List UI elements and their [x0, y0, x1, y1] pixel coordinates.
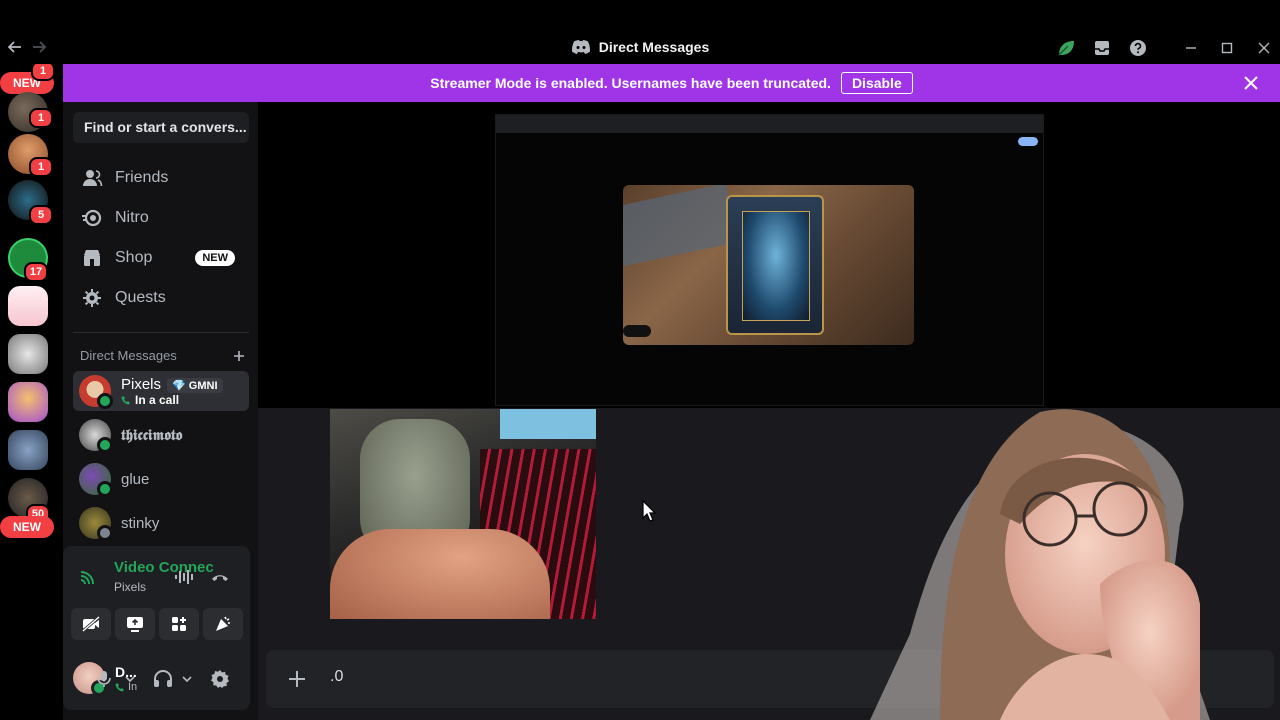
- add-dm-icon[interactable]: [233, 350, 245, 362]
- nav-item-shop[interactable]: Shop NEW: [73, 238, 249, 278]
- toggle-camera-button[interactable]: [71, 608, 111, 640]
- avatar: [79, 463, 113, 497]
- streamer-mode-banner: Streamer Mode is enabled. Usernames have…: [63, 64, 1280, 102]
- avatar: [79, 419, 113, 453]
- nav-label: Shop: [115, 249, 153, 266]
- close-window-button[interactable]: [1254, 38, 1274, 58]
- discord-logo-icon: [571, 40, 590, 54]
- streamer-webcam-overlay: [870, 409, 1210, 720]
- connection-signal-icon: [80, 571, 94, 585]
- chevron-down-icon[interactable]: [181, 674, 193, 684]
- dm-item-thiccimoto[interactable]: 𝖙𝖍𝖎𝖈𝖈𝖎𝖒𝖔𝖙𝖔: [73, 415, 249, 455]
- shop-icon: [84, 250, 100, 266]
- nav-item-quests[interactable]: Quests: [73, 278, 249, 318]
- banner-message: Streamer Mode is enabled. Usernames have…: [430, 75, 831, 91]
- guild-tag-label: GMNI: [188, 379, 218, 392]
- new-unreads-pill-bottom[interactable]: NEW: [0, 516, 54, 538]
- mention-badge: 1: [29, 108, 53, 128]
- dm-name: stinky: [121, 514, 160, 532]
- mouse-cursor-icon: [642, 500, 656, 522]
- guild-tag-badge: 💎 GMNI: [167, 377, 223, 393]
- status-indicator: [97, 437, 113, 453]
- video-tile[interactable]: [330, 409, 596, 619]
- search-input[interactable]: Find or start a convers...: [73, 112, 249, 143]
- soundboard-button[interactable]: [203, 608, 243, 640]
- server-icon[interactable]: [8, 286, 48, 326]
- nitro-icon: [82, 209, 102, 227]
- inbox-icon[interactable]: [1092, 38, 1112, 58]
- quests-icon: [83, 289, 101, 307]
- dm-item-glue[interactable]: glue: [73, 459, 249, 499]
- gear-icon[interactable]: [210, 669, 230, 689]
- add-attachment-icon[interactable]: [286, 668, 308, 690]
- shared-image-playing-card: [623, 185, 914, 345]
- disable-button[interactable]: Disable: [840, 72, 913, 94]
- dm-item-pixels[interactable]: Pixels 💎 GMNI In a call: [73, 371, 249, 411]
- nav-item-friends[interactable]: Friends: [73, 158, 249, 198]
- nav-label: Nitro: [115, 209, 149, 226]
- mention-badge: 1: [29, 157, 53, 177]
- camera-off-icon: [82, 615, 100, 633]
- dm-name: glue: [121, 470, 150, 488]
- status-indicator: [97, 481, 113, 497]
- status-indicator: [97, 393, 113, 409]
- close-icon[interactable]: [1242, 74, 1260, 92]
- maximize-button[interactable]: [1217, 38, 1237, 58]
- activities-button[interactable]: [159, 608, 199, 640]
- headphones-icon[interactable]: [153, 670, 173, 688]
- voice-status[interactable]: Video Connected: [114, 559, 214, 576]
- call-area: .0: [258, 102, 1280, 720]
- dm-subtitle: In a call: [135, 392, 180, 407]
- playing-card: [726, 195, 824, 335]
- shared-browser-window: [495, 114, 1044, 406]
- server-icon[interactable]: [8, 334, 48, 374]
- new-badge: NEW: [195, 250, 235, 266]
- status-indicator: [97, 525, 113, 541]
- disconnect-icon[interactable]: [210, 569, 230, 585]
- shared-page-button: [1018, 137, 1038, 146]
- dm-section-header: Direct Messages: [80, 348, 245, 363]
- microphone-icon[interactable]: [96, 670, 112, 688]
- message-input[interactable]: .0: [330, 668, 343, 686]
- soundboard-icon: [216, 616, 230, 631]
- voice-activity-icon[interactable]: [174, 568, 194, 586]
- server-icon[interactable]: [8, 430, 48, 470]
- screen-share-button[interactable]: [115, 608, 155, 640]
- nav-label: Quests: [115, 289, 166, 306]
- nav-label: Friends: [115, 169, 169, 186]
- mention-badge: 5: [29, 205, 53, 225]
- dm-item-stinky[interactable]: stinky: [73, 503, 249, 543]
- activities-icon: [172, 617, 186, 631]
- dm-name: Pixels: [121, 375, 162, 393]
- dm-name: 𝖙𝖍𝖎𝖈𝖈𝖎𝖒𝖔𝖙𝖔: [121, 426, 183, 444]
- hand: [330, 529, 550, 619]
- friends-icon: [83, 170, 103, 187]
- window-title: Direct Messages: [0, 39, 1280, 58]
- dm-header-label: Direct Messages: [80, 348, 177, 363]
- screen-share-icon: [127, 617, 143, 632]
- screen-share-stream[interactable]: [258, 102, 1280, 408]
- voice-panel: Video Connected Pixels D... In: [63, 546, 250, 710]
- nav-item-nitro[interactable]: Nitro: [73, 198, 249, 238]
- title-bar: Direct Messages: [0, 0, 1280, 64]
- avatar: [79, 375, 113, 409]
- server-icon[interactable]: [8, 382, 48, 422]
- minimize-button[interactable]: [1181, 38, 1201, 58]
- chevron-down-icon[interactable]: [124, 674, 136, 684]
- shared-address-bar: [496, 115, 1043, 133]
- divider: [73, 332, 249, 333]
- phone-icon: [121, 395, 130, 404]
- avatar: [79, 507, 113, 541]
- mention-badge: 17: [24, 262, 48, 282]
- leaf-icon[interactable]: [1056, 38, 1076, 58]
- server-rail: NEW 1 1 1 5 17 50 NEW: [0, 64, 63, 720]
- help-icon[interactable]: [1128, 38, 1148, 58]
- voice-channel[interactable]: Pixels: [114, 580, 146, 594]
- mention-badge: 1: [31, 64, 55, 81]
